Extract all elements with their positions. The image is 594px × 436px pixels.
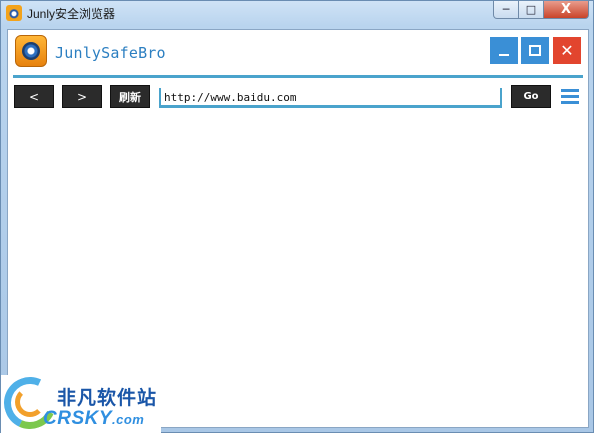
close-icon: ✕ <box>560 41 574 60</box>
maximize-button[interactable] <box>521 37 549 64</box>
minimize-icon <box>499 53 509 56</box>
close-button[interactable]: ✕ <box>553 37 581 64</box>
go-button[interactable]: Go <box>511 85 551 108</box>
app-logo-icon <box>6 5 22 21</box>
address-bar <box>159 88 502 108</box>
site-watermark: 非凡软件站 CRSKY.com <box>0 369 161 436</box>
header-divider <box>13 75 583 78</box>
os-title-bar[interactable]: Junly安全浏览器 ─ □ X <box>1 1 593 25</box>
os-close-button[interactable]: X <box>544 1 589 19</box>
watermark-cn-text: 非凡软件站 <box>57 387 158 409</box>
watermark-en-text: CRSKY.com <box>43 408 145 429</box>
forward-button[interactable]: > <box>62 85 102 108</box>
back-button[interactable]: < <box>14 85 54 108</box>
os-window-frame: Junly安全浏览器 ─ □ X JunlySafeBro ✕ < > 刷新 G… <box>0 0 594 436</box>
browser-client-area: JunlySafeBro ✕ < > 刷新 Go <box>7 29 589 428</box>
os-maximize-button[interactable]: □ <box>519 1 544 19</box>
maximize-icon <box>529 45 541 56</box>
app-logo-icon <box>15 35 47 67</box>
app-title: JunlySafeBro <box>55 44 166 62</box>
os-window-controls: ─ □ X <box>493 1 589 20</box>
url-input[interactable] <box>164 90 494 104</box>
hamburger-menu-icon[interactable] <box>561 89 579 104</box>
os-window-title: Junly安全浏览器 <box>27 7 116 21</box>
refresh-button[interactable]: 刷新 <box>110 85 150 108</box>
os-minimize-button[interactable]: ─ <box>493 1 519 19</box>
minimize-button[interactable] <box>490 37 518 64</box>
